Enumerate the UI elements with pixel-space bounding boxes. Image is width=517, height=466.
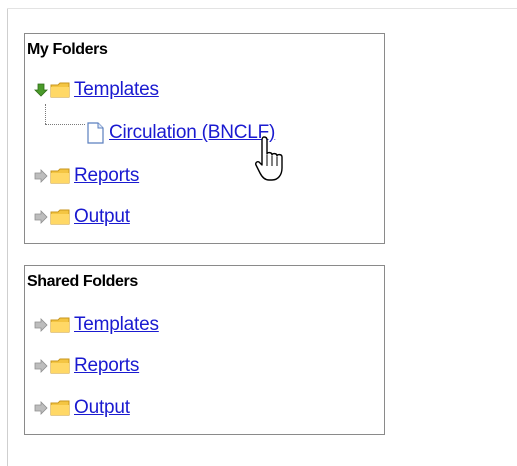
circulation-link[interactable]: Circulation (BNCLF) [109,122,275,144]
tree-item-shared-templates[interactable]: Templates [33,313,159,337]
my-output-link[interactable]: Output [74,206,130,228]
folder-icon [50,82,70,98]
shared-reports-link[interactable]: Reports [74,355,139,377]
tree-item-my-output[interactable]: Output [33,205,130,229]
expanded-arrow-icon[interactable] [33,82,49,98]
folder-icon [50,358,70,374]
frame-left-border [7,8,8,466]
tree-item-my-reports[interactable]: Reports [33,164,139,188]
my-templates-link[interactable]: Templates [74,79,159,101]
collapsed-arrow-icon[interactable] [33,317,49,333]
tree-item-shared-reports[interactable]: Reports [33,354,139,378]
tree-connector [45,104,46,124]
my-folders-panel: My Folders Templates Circulation (BNCLF)… [24,33,385,244]
folder-icon [50,168,70,184]
collapsed-arrow-icon[interactable] [33,168,49,184]
hand-cursor-icon [255,136,283,181]
my-folders-title: My Folders [27,41,108,58]
tree-item-circulation[interactable]: Circulation (BNCLF) [85,121,275,145]
shared-output-link[interactable]: Output [74,397,130,419]
folder-icon [50,209,70,225]
tree-connector [45,124,85,125]
frame-top-border [7,8,517,9]
tree-item-my-templates[interactable]: Templates [33,78,159,102]
collapsed-arrow-icon[interactable] [33,358,49,374]
collapsed-arrow-icon[interactable] [33,209,49,225]
tree-item-shared-output[interactable]: Output [33,396,130,420]
document-icon [87,122,104,144]
shared-folders-title: Shared Folders [27,273,138,290]
shared-templates-link[interactable]: Templates [74,314,159,336]
shared-folders-panel: Shared Folders Templates Reports Output [24,265,385,435]
collapsed-arrow-icon[interactable] [33,400,49,416]
folder-icon [50,400,70,416]
my-reports-link[interactable]: Reports [74,165,139,187]
folder-icon [50,317,70,333]
